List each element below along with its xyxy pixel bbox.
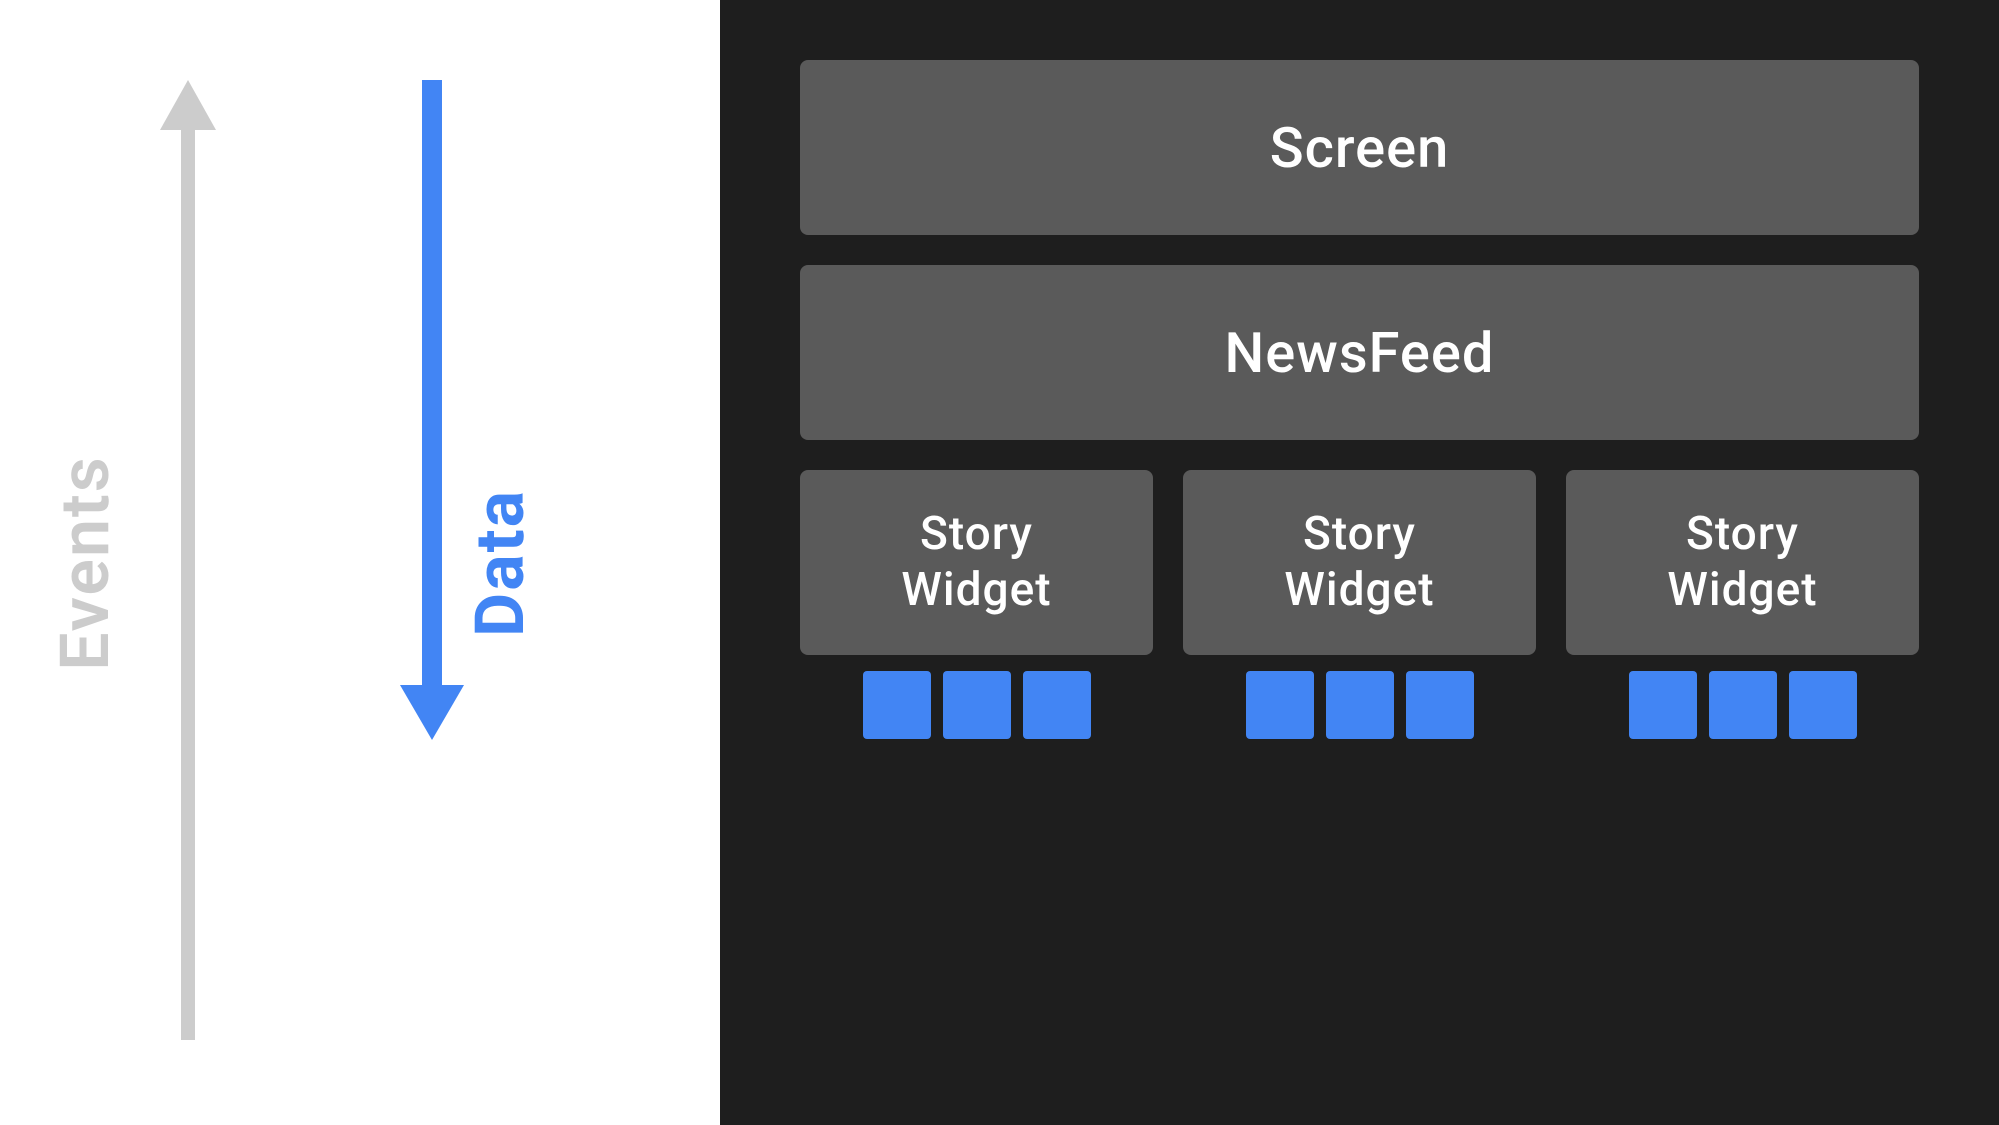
story-widget-group-2: StoryWidget bbox=[1183, 470, 1536, 739]
blue-squares-3 bbox=[1566, 671, 1919, 739]
story-widget-label-1: StoryWidget bbox=[901, 507, 1051, 617]
newsfeed-label: NewsFeed bbox=[1225, 320, 1495, 386]
story-widget-block-3: StoryWidget bbox=[1566, 470, 1919, 655]
story-widget-block-1: StoryWidget bbox=[800, 470, 1153, 655]
blue-square-1-1 bbox=[863, 671, 931, 739]
story-widget-group-3: StoryWidget bbox=[1566, 470, 1919, 739]
newsfeed-block: NewsFeed bbox=[800, 265, 1919, 440]
blue-square-2-2 bbox=[1326, 671, 1394, 739]
events-arrow-shaft bbox=[181, 130, 195, 1040]
right-panel: Screen NewsFeed StoryWidget StoryWidget bbox=[720, 0, 1999, 1125]
screen-label: Screen bbox=[1270, 115, 1450, 181]
events-label: Events bbox=[45, 455, 125, 671]
data-arrow-shaft bbox=[422, 80, 442, 685]
story-widgets-row: StoryWidget StoryWidget StoryWidget bbox=[800, 470, 1919, 739]
events-arrow-head bbox=[160, 80, 216, 130]
blue-squares-1 bbox=[800, 671, 1153, 739]
blue-square-1-2 bbox=[943, 671, 1011, 739]
blue-square-3-3 bbox=[1789, 671, 1857, 739]
story-widget-label-2: StoryWidget bbox=[1284, 507, 1434, 617]
data-arrow-head bbox=[400, 685, 464, 740]
blue-square-3-1 bbox=[1629, 671, 1697, 739]
story-widget-group-1: StoryWidget bbox=[800, 470, 1153, 739]
blue-square-1-3 bbox=[1023, 671, 1091, 739]
blue-squares-2 bbox=[1183, 671, 1536, 739]
blue-square-2-1 bbox=[1246, 671, 1314, 739]
screen-block: Screen bbox=[800, 60, 1919, 235]
left-panel: Events Data bbox=[0, 0, 720, 1125]
events-arrow bbox=[160, 80, 216, 1040]
blue-square-2-3 bbox=[1406, 671, 1474, 739]
data-arrow bbox=[400, 80, 464, 740]
story-widget-block-2: StoryWidget bbox=[1183, 470, 1536, 655]
blue-square-3-2 bbox=[1709, 671, 1777, 739]
data-label: Data bbox=[460, 489, 540, 637]
story-widget-label-3: StoryWidget bbox=[1667, 507, 1817, 617]
